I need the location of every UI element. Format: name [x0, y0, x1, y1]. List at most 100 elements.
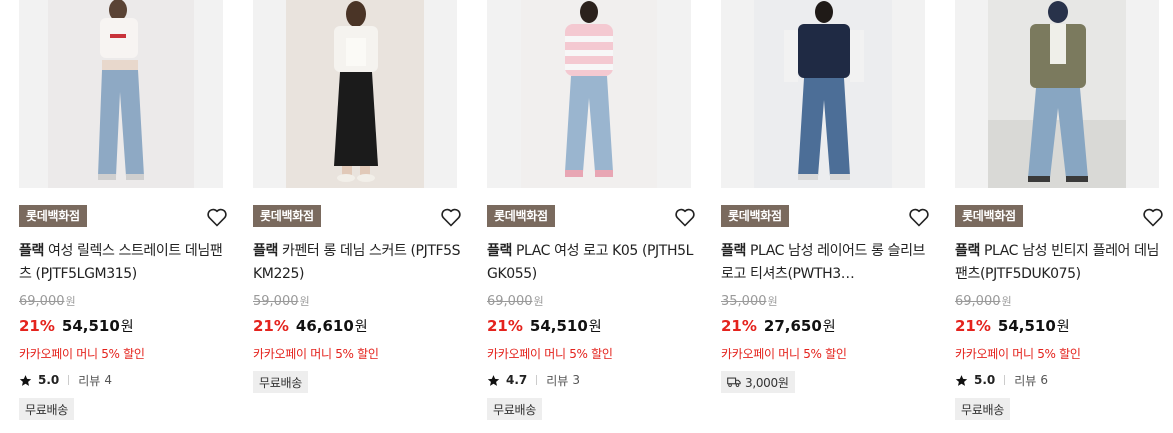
promo-text: 카카오페이 머니 5% 할인	[487, 347, 613, 361]
heart-outline-icon[interactable]	[439, 205, 463, 229]
original-price-value: 69,000	[19, 294, 65, 309]
shipping-fee: 3,000원	[745, 375, 789, 390]
sale-price: 21% 46,610원	[253, 316, 463, 336]
store-badge: 롯데백화점	[253, 205, 321, 227]
product-card[interactable]: 롯데백화점 플랙 PLAC 남성 레이어드 롱 슬리브 로고 티셔츠(PWTH3……	[721, 0, 931, 393]
star-icon	[955, 374, 968, 386]
rating-score: 4.7	[506, 373, 528, 387]
store-badge: 롯데백화점	[487, 205, 555, 227]
review-label: 리뷰	[546, 373, 569, 388]
model-photo	[565, 1, 613, 177]
sale-price: 21% 54,510원	[955, 316, 1165, 336]
review-count: 6	[1040, 373, 1048, 387]
currency-unit: 원	[65, 295, 76, 308]
sale-price-value: 54,510	[997, 317, 1056, 335]
sale-price: 21% 54,510원	[487, 316, 697, 336]
model-photo	[988, 1, 1126, 188]
currency-unit: 원	[1001, 295, 1012, 308]
free-shipping-tag: 무료배송	[19, 398, 74, 420]
free-shipping-tag: 무료배송	[253, 371, 308, 393]
star-icon	[487, 374, 500, 386]
product-grid: 롯데백화점 플랙 여성 릴렉스 스트레이트 데님팬츠 (PJTF5LGM315) …	[0, 0, 1173, 433]
heart-outline-icon[interactable]	[673, 205, 697, 229]
rating-score: 5.0	[38, 373, 60, 387]
product-title[interactable]: 플랙 PLAC 여성 로고 K05 (PJTH5LGK055)	[487, 240, 697, 286]
store-badge: 롯데백화점	[721, 205, 789, 227]
product-title[interactable]: 플랙 여성 릴렉스 스트레이트 데님팬츠 (PJTF5LGM315)	[19, 240, 229, 286]
original-price-value: 59,000	[253, 294, 299, 309]
product-card[interactable]: 롯데백화점 플랙 카펜터 롱 데님 스커트 (PJTF5SKM225) 59,00…	[253, 0, 463, 393]
review-label: 리뷰	[78, 373, 101, 388]
truck-icon	[727, 377, 741, 387]
free-shipping-tag: 무료배송	[955, 398, 1010, 420]
sale-price-value: 46,610	[295, 317, 354, 335]
product-card[interactable]: 롯데백화점 플랙 PLAC 남성 빈티지 플레어 데님팬츠(PJTF5DUK075…	[955, 0, 1165, 420]
review-count: 4	[104, 373, 112, 387]
product-name: PLAC 남성 빈티지 플레어 데님팬츠(PJTF5DUK075)	[955, 243, 1160, 282]
review-label: 리뷰	[1014, 373, 1037, 388]
discount-rate: 21%	[721, 317, 757, 335]
product-card[interactable]: 롯데백화점 플랙 PLAC 여성 로고 K05 (PJTH5LGK055) 69,…	[487, 0, 697, 420]
divider	[536, 375, 538, 385]
promo-text: 카카오페이 머니 5% 할인	[955, 347, 1081, 361]
rating-score: 5.0	[974, 373, 996, 387]
product-name: PLAC 여성 로고 K05 (PJTH5LGK055)	[487, 243, 693, 282]
rating-row: 5.0 리뷰 4	[19, 372, 229, 388]
divider	[1004, 375, 1006, 385]
product-title[interactable]: 플랙 PLAC 남성 빈티지 플레어 데님팬츠(PJTF5DUK075)	[955, 240, 1165, 286]
original-price: 69,000원	[19, 293, 229, 309]
currency-unit: 원	[354, 319, 368, 335]
brand-name: 플랙	[253, 243, 278, 259]
sale-price: 21% 27,650원	[721, 316, 931, 336]
currency-unit: 원	[533, 295, 544, 308]
divider	[68, 375, 70, 385]
original-price-value: 69,000	[955, 294, 1001, 309]
currency-unit: 원	[822, 319, 836, 335]
store-badge: 롯데백화점	[955, 205, 1023, 227]
product-image[interactable]	[253, 0, 457, 188]
heart-outline-icon[interactable]	[907, 205, 931, 229]
sale-price-value: 27,650	[763, 317, 822, 335]
product-title[interactable]: 플랙 PLAC 남성 레이어드 롱 슬리브 로고 티셔츠(PWTH3…	[721, 240, 931, 286]
promo-text: 카카오페이 머니 5% 할인	[253, 347, 379, 361]
heart-outline-icon[interactable]	[1141, 205, 1165, 229]
original-price: 35,000원	[721, 293, 931, 309]
promo-text: 카카오페이 머니 5% 할인	[19, 347, 145, 361]
brand-name: 플랙	[721, 243, 746, 259]
discount-rate: 21%	[955, 317, 991, 335]
original-price: 69,000원	[955, 293, 1165, 309]
product-name: PLAC 남성 레이어드 롱 슬리브 로고 티셔츠(PWTH3…	[721, 243, 926, 282]
model-photo	[98, 0, 144, 180]
model-photo	[784, 1, 864, 180]
store-badge: 롯데백화점	[19, 205, 87, 227]
original-price-value: 69,000	[487, 294, 533, 309]
free-shipping-tag: 무료배송	[487, 398, 542, 420]
original-price: 59,000원	[253, 293, 463, 309]
product-image[interactable]	[487, 0, 691, 188]
currency-unit: 원	[120, 319, 134, 335]
sale-price-value: 54,510	[529, 317, 588, 335]
sale-price: 21% 54,510원	[19, 316, 229, 336]
currency-unit: 원	[588, 319, 602, 335]
discount-rate: 21%	[19, 317, 55, 335]
currency-unit: 원	[1056, 319, 1070, 335]
product-image[interactable]	[19, 0, 223, 188]
discount-rate: 21%	[487, 317, 523, 335]
brand-name: 플랙	[487, 243, 512, 259]
product-title[interactable]: 플랙 카펜터 롱 데님 스커트 (PJTF5SKM225)	[253, 240, 463, 286]
product-image[interactable]	[955, 0, 1159, 188]
product-card[interactable]: 롯데백화점 플랙 여성 릴렉스 스트레이트 데님팬츠 (PJTF5LGM315) …	[19, 0, 229, 420]
rating-row: 5.0 리뷰 6	[955, 372, 1165, 388]
heart-outline-icon[interactable]	[205, 205, 229, 229]
brand-name: 플랙	[955, 243, 980, 259]
currency-unit: 원	[767, 295, 778, 308]
rating-row: 4.7 리뷰 3	[487, 372, 697, 388]
star-icon	[19, 374, 32, 386]
model-photo	[334, 1, 378, 182]
product-name: 여성 릴렉스 스트레이트 데님팬츠 (PJTF5LGM315)	[19, 243, 223, 282]
shipping-fee-tag: 3,000원	[721, 371, 795, 393]
review-count: 3	[572, 373, 580, 387]
original-price: 69,000원	[487, 293, 697, 309]
product-image[interactable]	[721, 0, 925, 188]
currency-unit: 원	[299, 295, 310, 308]
